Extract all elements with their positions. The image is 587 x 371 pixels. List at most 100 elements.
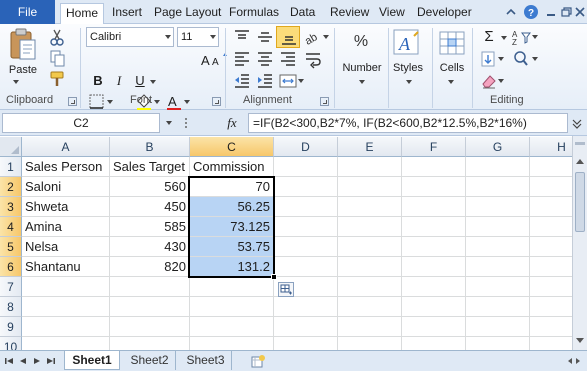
cell-c1[interactable]: Commission bbox=[190, 157, 274, 177]
styles-button[interactable]: Styles bbox=[388, 62, 428, 74]
prev-sheet-icon[interactable] bbox=[18, 356, 28, 366]
row-header-2[interactable]: 2 bbox=[0, 177, 22, 197]
cell-b1[interactable]: Sales Target bbox=[110, 157, 190, 177]
next-sheet-icon[interactable] bbox=[32, 356, 42, 366]
cell-a1[interactable]: Sales Person bbox=[22, 157, 110, 177]
cut-icon[interactable] bbox=[46, 27, 68, 47]
cell-c3[interactable]: 56.25 bbox=[190, 197, 274, 217]
column-header-g[interactable]: G bbox=[466, 137, 530, 157]
column-header-e[interactable]: E bbox=[338, 137, 402, 157]
cell-a5[interactable]: Nelsa bbox=[22, 237, 110, 257]
sort-filter-icon[interactable]: A Z bbox=[510, 27, 540, 47]
split-box-icon[interactable] bbox=[574, 138, 586, 150]
row-header-1[interactable]: 1 bbox=[0, 157, 22, 177]
minimize-ribbon-icon[interactable] bbox=[503, 4, 519, 20]
clear-icon[interactable] bbox=[478, 71, 508, 91]
cell-b4[interactable]: 585 bbox=[110, 217, 190, 237]
window-close-icon[interactable] bbox=[572, 4, 587, 20]
cells-dropdown-icon[interactable] bbox=[446, 78, 456, 86]
tab-formulas[interactable]: Formulas bbox=[229, 3, 279, 24]
name-box[interactable]: C2 bbox=[2, 113, 160, 133]
sheet-tab-sheet3[interactable]: Sheet3 bbox=[180, 351, 232, 370]
scroll-thumb[interactable] bbox=[575, 172, 585, 232]
italic-button[interactable]: I bbox=[108, 71, 130, 91]
fill-down-icon[interactable] bbox=[478, 49, 508, 69]
font-dialog-launcher-icon[interactable] bbox=[212, 97, 221, 106]
underline-button[interactable]: U bbox=[129, 71, 151, 91]
alignment-dialog-launcher-icon[interactable] bbox=[320, 97, 329, 106]
auto-fill-options-button[interactable] bbox=[278, 282, 294, 297]
number-button[interactable]: Number bbox=[340, 62, 384, 74]
cell-b2[interactable]: 560 bbox=[110, 177, 190, 197]
styles-icon[interactable]: A bbox=[392, 28, 422, 58]
select-all-button[interactable] bbox=[0, 137, 22, 157]
cell-a4[interactable]: Amina bbox=[22, 217, 110, 237]
cells-button[interactable]: Cells bbox=[436, 62, 468, 74]
align-bottom-button[interactable] bbox=[276, 26, 300, 48]
paste-icon[interactable] bbox=[8, 28, 38, 62]
tab-data[interactable]: Data bbox=[290, 3, 315, 24]
help-icon[interactable]: ? bbox=[523, 4, 539, 20]
tab-review[interactable]: Review bbox=[330, 3, 369, 24]
tab-developer[interactable]: Developer bbox=[417, 3, 472, 24]
tab-page-layout[interactable]: Page Layout bbox=[154, 3, 221, 24]
cell-a2[interactable]: Saloni bbox=[22, 177, 110, 197]
cell-c5[interactable]: 53.75 bbox=[190, 237, 274, 257]
cell-a6[interactable]: Shantanu bbox=[22, 257, 110, 277]
decrease-indent-icon[interactable] bbox=[231, 71, 253, 91]
find-select-icon[interactable] bbox=[510, 49, 540, 69]
increase-indent-icon[interactable] bbox=[254, 71, 276, 91]
column-header-f[interactable]: F bbox=[402, 137, 466, 157]
orientation-icon[interactable]: ab bbox=[302, 27, 332, 47]
format-painter-icon[interactable] bbox=[46, 69, 68, 89]
align-right-icon[interactable] bbox=[277, 49, 299, 69]
scroll-up-icon[interactable] bbox=[574, 156, 586, 168]
cell-c2[interactable]: 70 bbox=[190, 177, 274, 197]
last-sheet-icon[interactable] bbox=[46, 356, 56, 366]
expand-formula-bar-icon[interactable] bbox=[570, 116, 584, 130]
number-dropdown-icon[interactable] bbox=[357, 78, 367, 86]
row-header-5[interactable]: 5 bbox=[0, 237, 22, 257]
align-middle-icon[interactable] bbox=[254, 27, 276, 47]
font-size-dropdown[interactable]: 11 bbox=[177, 27, 219, 47]
cell-b3[interactable]: 450 bbox=[110, 197, 190, 217]
clipboard-dialog-launcher-icon[interactable] bbox=[68, 97, 77, 106]
row-header-8[interactable]: 8 bbox=[0, 297, 22, 317]
wrap-text-icon[interactable] bbox=[302, 49, 324, 69]
tab-insert[interactable]: Insert bbox=[112, 3, 142, 24]
font-color-icon[interactable]: A bbox=[163, 92, 193, 112]
styles-dropdown-icon[interactable] bbox=[404, 78, 414, 86]
name-box-dropdown-icon[interactable] bbox=[164, 119, 174, 127]
paste-dropdown-icon[interactable] bbox=[11, 78, 21, 86]
paste-button[interactable]: Paste bbox=[6, 64, 40, 76]
align-center-icon[interactable] bbox=[254, 49, 276, 69]
resize-handle-icon[interactable] bbox=[184, 116, 188, 130]
align-top-icon[interactable] bbox=[231, 27, 253, 47]
copy-icon[interactable] bbox=[46, 48, 68, 68]
row-header-4[interactable]: 4 bbox=[0, 217, 22, 237]
autosum-button[interactable]: Σ bbox=[478, 27, 500, 47]
fill-handle[interactable] bbox=[271, 274, 277, 280]
tab-view[interactable]: View bbox=[379, 3, 405, 24]
merge-center-icon[interactable] bbox=[277, 71, 307, 91]
window-minimize-icon[interactable] bbox=[543, 4, 559, 20]
formula-input[interactable]: =IF(B2<300,B2*7%, IF(B2<600,B2*12.5%,B2*… bbox=[248, 113, 568, 133]
cell-b6[interactable]: 820 bbox=[110, 257, 190, 277]
align-left-icon[interactable] bbox=[231, 49, 253, 69]
font-name-dropdown[interactable]: Calibri bbox=[86, 27, 174, 47]
scroll-down-icon[interactable] bbox=[574, 334, 586, 346]
borders-icon[interactable] bbox=[86, 92, 116, 112]
row-header-10[interactable]: 10 bbox=[0, 337, 22, 350]
cell-c6[interactable]: 131.2 bbox=[190, 257, 274, 277]
tab-file[interactable]: File bbox=[0, 0, 55, 24]
row-header-3[interactable]: 3 bbox=[0, 197, 22, 217]
sheet-tab-sheet1[interactable]: Sheet1 bbox=[64, 351, 120, 370]
column-header-h[interactable]: H bbox=[530, 137, 572, 157]
underline-dropdown-icon[interactable] bbox=[149, 78, 157, 86]
row-header-9[interactable]: 9 bbox=[0, 317, 22, 337]
cell-c4[interactable]: 73.125 bbox=[190, 217, 274, 237]
row-header-6[interactable]: 6 bbox=[0, 257, 22, 277]
autosum-dropdown-icon[interactable] bbox=[500, 34, 508, 42]
column-header-a[interactable]: A bbox=[22, 137, 110, 157]
number-format-icon[interactable]: % bbox=[346, 27, 376, 57]
